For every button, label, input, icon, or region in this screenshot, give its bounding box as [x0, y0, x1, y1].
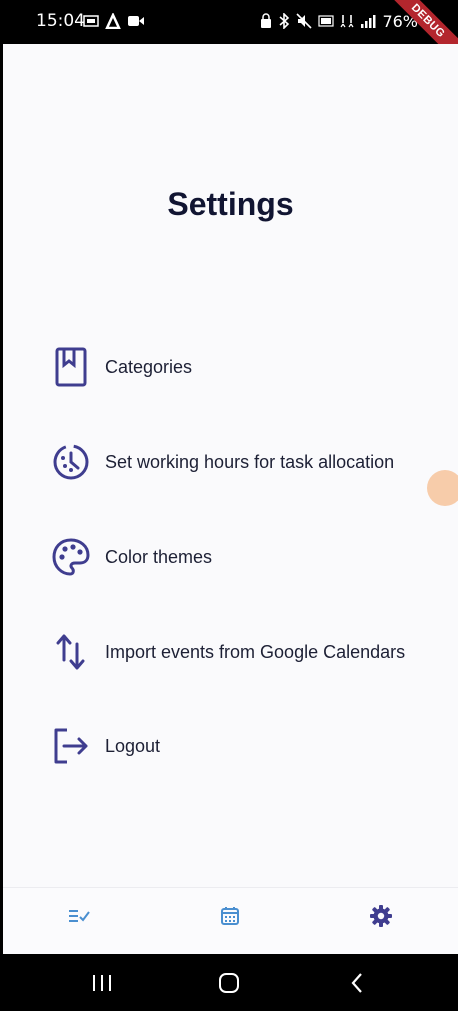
home-icon [219, 973, 239, 993]
clock-dashed-icon [51, 442, 91, 482]
recent-apps-icon [93, 975, 111, 991]
menu-item-label: Color themes [105, 546, 213, 567]
menu-item-categories[interactable]: Categories [51, 343, 192, 391]
menu-item-label: Categories [105, 356, 193, 377]
bluetooth-icon [279, 13, 290, 29]
menu-item-import-events[interactable]: Import events from Google Calendars [51, 628, 405, 676]
mute-icon [296, 13, 313, 29]
palette-icon [51, 537, 91, 577]
network-4g-icon [340, 15, 354, 28]
hd-icon [83, 15, 99, 27]
bookmark-book-icon [51, 347, 91, 387]
nav-calendar[interactable] [216, 902, 244, 930]
status-system-icons: 76% [260, 12, 418, 31]
status-notification-icons [83, 12, 145, 30]
menu-item-color-themes[interactable]: Color themes [51, 533, 212, 581]
nav-tasks[interactable] [65, 902, 93, 930]
page-title: Settings [167, 186, 294, 222]
back-button[interactable] [342, 968, 372, 998]
settings-screen: Settings Categories Set working hours fo… [3, 44, 458, 954]
status-time: 15:04 [36, 11, 85, 31]
status-bar: 15:04 76% DEBUG [0, 0, 458, 70]
bottom-navigation [3, 887, 458, 954]
volte-icon [318, 15, 335, 27]
checklist-icon [69, 910, 90, 922]
menu-item-label: Import events from Google Calendars [105, 641, 406, 662]
signal-icon [361, 15, 376, 28]
app-a-icon [105, 13, 121, 29]
calendar-icon [221, 907, 239, 925]
menu-item-logout[interactable]: Logout [51, 722, 160, 770]
home-button[interactable] [214, 968, 244, 998]
video-icon [128, 16, 144, 26]
system-navigation-bar [0, 954, 458, 1011]
menu-item-label: Set working hours for task allocation [105, 451, 395, 472]
lock-icon [261, 13, 272, 28]
menu-item-label: Logout [105, 735, 161, 756]
back-icon [351, 973, 362, 993]
floating-bubble[interactable] [427, 470, 458, 506]
recent-apps-button[interactable] [87, 968, 117, 998]
import-arrows-icon [51, 632, 91, 672]
logout-icon [51, 726, 91, 766]
menu-item-working-hours[interactable]: Set working hours for task allocation [51, 438, 394, 486]
nav-settings[interactable] [367, 902, 395, 930]
gear-icon [370, 905, 392, 927]
